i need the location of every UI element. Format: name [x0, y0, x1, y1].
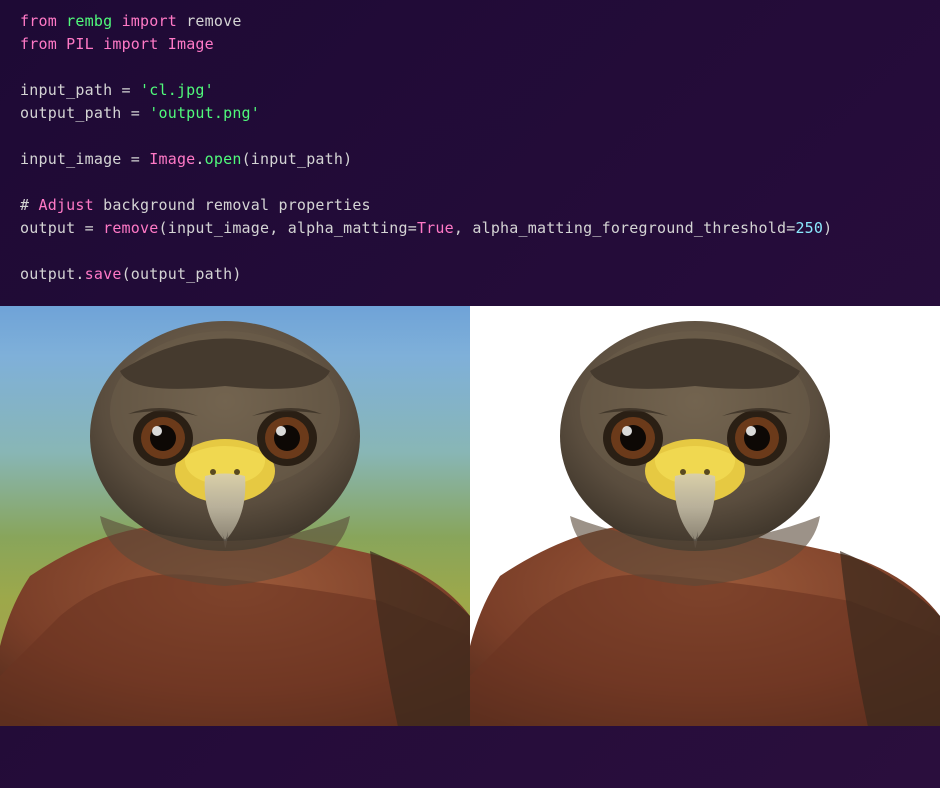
code-line: input_path = 'cl.jpg' [20, 81, 214, 99]
images-container [0, 306, 940, 726]
code-line: output_path = 'output.png' [20, 104, 260, 122]
bird-graphic-no-bg [470, 316, 940, 726]
code-line: from rembg import remove [20, 12, 242, 30]
code-line: output.save(output_path) [20, 265, 242, 283]
code-line-comment: # Adjust background removal properties [20, 196, 371, 214]
code-line: from PIL import Image [20, 35, 214, 53]
input-image [0, 306, 470, 726]
code-line: input_image = Image.open(input_path) [20, 150, 352, 168]
output-image [470, 306, 940, 726]
code-line: output = remove(input_image, alpha_matti… [20, 219, 832, 237]
bird-graphic [0, 316, 470, 726]
code-block: from rembg import remove from PIL import… [0, 0, 940, 306]
